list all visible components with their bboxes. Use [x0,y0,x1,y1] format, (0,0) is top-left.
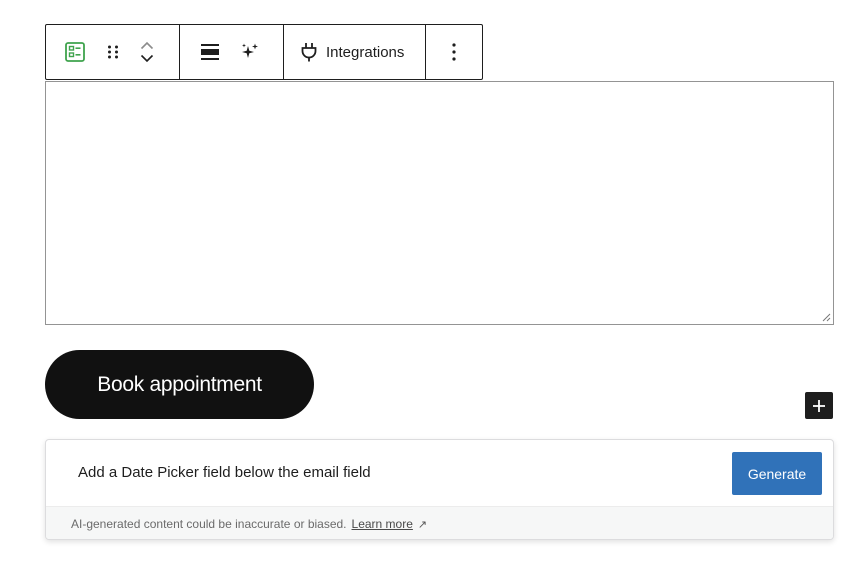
align-icon [201,44,219,60]
toolbar-group-block [46,25,180,79]
message-textarea[interactable] [46,82,833,324]
ai-button[interactable] [220,25,260,79]
ai-prompt-panel: Add a Date Picker field below the email … [45,439,834,540]
resize-grip-icon[interactable] [821,312,831,322]
form-block-button[interactable] [46,25,85,79]
learn-more-link[interactable]: Learn more [352,517,413,531]
ai-prompt-row: Add a Date Picker field below the email … [46,440,833,506]
block-toolbar: Integrations [45,24,483,80]
toolbar-group-tools [180,25,284,79]
external-link-icon: ↗ [417,518,428,531]
more-vertical-icon [452,43,456,61]
chevron-down-icon[interactable] [140,54,154,63]
drag-handle[interactable] [85,25,120,79]
plug-icon [301,43,317,62]
ai-prompt-input[interactable]: Add a Date Picker field below the email … [78,464,371,481]
drag-handle-icon [108,45,118,59]
ai-disclaimer-text: AI-generated content could be inaccurate… [71,517,347,531]
block-mover [140,32,154,72]
chevron-up-icon[interactable] [140,41,154,50]
sparkle-icon [242,43,258,58]
form-icon [65,42,85,62]
add-block-button[interactable] [805,392,833,419]
align-button[interactable] [180,25,220,79]
toolbar-group-integrations[interactable]: Integrations [284,25,426,79]
generate-button[interactable]: Generate [732,452,822,495]
plus-icon [813,399,825,412]
textarea-field-wrapper [45,81,834,325]
ai-disclaimer-bar: AI-generated content could be inaccurate… [46,506,833,539]
book-appointment-button[interactable]: Book appointment [45,350,314,419]
more-options-button[interactable] [426,25,482,79]
integrations-label: Integrations [326,43,405,61]
